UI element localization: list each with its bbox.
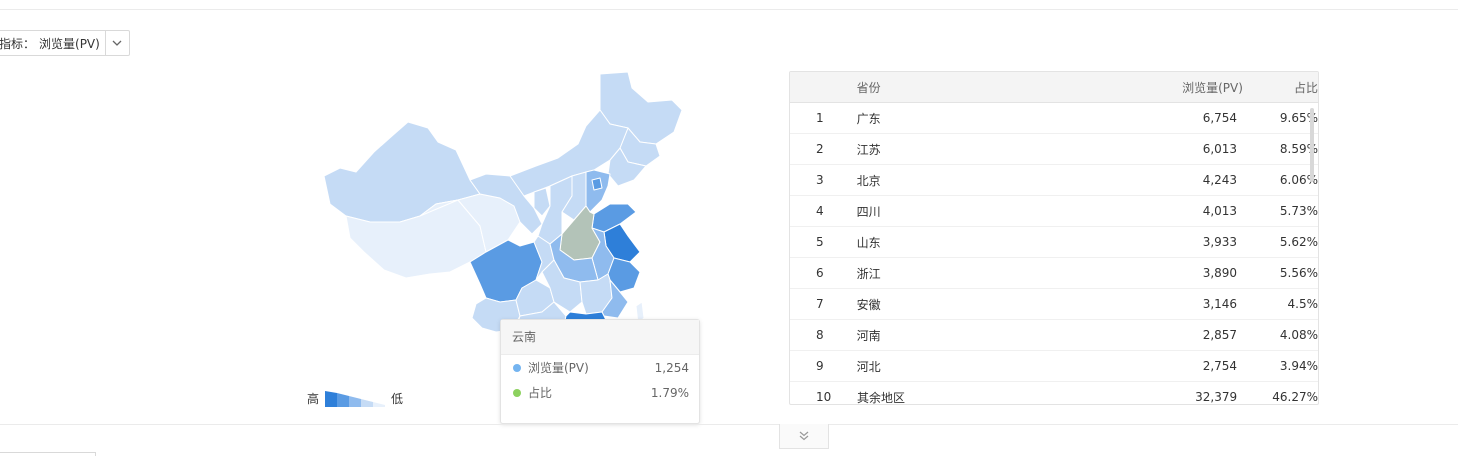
tooltip-row-value: 1,254 xyxy=(654,360,689,375)
table-row[interactable]: 1 广东 6,754 9.65% xyxy=(790,103,1318,134)
row-pv: 3,146 xyxy=(1202,297,1238,311)
row-ratio: 8.59% xyxy=(1279,142,1318,156)
metric-label-text: 指标： xyxy=(0,36,36,51)
row-pv: 4,243 xyxy=(1202,173,1238,187)
ratio-dot-icon xyxy=(513,388,521,397)
tooltip-row-name: 占比 xyxy=(528,386,553,400)
row-rank: 2 xyxy=(816,142,824,156)
legend-gradient xyxy=(325,390,386,407)
table-row[interactable]: 6 浙江 3,890 5.56% xyxy=(790,258,1318,289)
tooltip-row: 浏览量(PV) 1,254 xyxy=(501,355,699,380)
table-row[interactable]: 7 安徽 3,146 4.5% xyxy=(790,289,1318,320)
row-pv: 2,754 xyxy=(1202,359,1238,373)
table-body: 1 广东 6,754 9.65% 2 江苏 6,013 8.59% 3 北京 4,243 6.06% 4… xyxy=(790,103,1318,405)
row-ratio: 9.65% xyxy=(1279,111,1318,125)
row-province: 河南 xyxy=(856,328,881,343)
map-legend: 高 低 xyxy=(307,390,403,407)
row-rank: 5 xyxy=(816,235,824,249)
row-pv: 3,933 xyxy=(1202,235,1238,249)
table-row[interactable]: 3 北京 4,243 6.06% xyxy=(790,165,1318,196)
table-row[interactable]: 4 四川 4,013 5.73% xyxy=(790,196,1318,227)
legend-high-label: 高 xyxy=(307,392,320,406)
metric-select-label: 指标： 浏览量(PV) xyxy=(0,35,105,52)
row-ratio: 3.94% xyxy=(1279,359,1318,373)
row-province: 北京 xyxy=(856,173,881,188)
row-ratio: 4.5% xyxy=(1287,297,1319,311)
table-header: 省份 浏览量(PV) 占比 xyxy=(790,72,1318,103)
header-ratio[interactable]: 占比 xyxy=(1243,79,1318,96)
row-rank: 9 xyxy=(816,359,824,373)
row-ratio: 4.08% xyxy=(1279,328,1318,342)
top-divider xyxy=(0,9,1458,10)
row-province: 山东 xyxy=(856,235,881,250)
row-rank: 6 xyxy=(816,266,824,280)
row-rank: 4 xyxy=(816,204,824,218)
row-pv: 32,379 xyxy=(1195,390,1238,404)
metric-select[interactable]: 指标： 浏览量(PV) xyxy=(0,30,130,56)
row-pv: 4,013 xyxy=(1202,204,1238,218)
header-province[interactable]: 省份 xyxy=(830,79,1052,96)
row-province: 河北 xyxy=(856,359,881,374)
row-rank: 10 xyxy=(816,390,832,404)
row-rank: 8 xyxy=(816,328,824,342)
row-pv: 3,890 xyxy=(1202,266,1238,280)
tooltip-row-value: 1.79% xyxy=(650,385,689,400)
expand-button[interactable] xyxy=(779,424,829,449)
row-province: 江苏 xyxy=(856,142,881,157)
table-scrollbar[interactable] xyxy=(1310,108,1314,182)
table-row[interactable]: 5 山东 3,933 5.62% xyxy=(790,227,1318,258)
row-ratio: 46.27% xyxy=(1272,390,1318,404)
row-rank: 3 xyxy=(816,173,824,187)
pv-dot-icon xyxy=(513,363,521,372)
row-rank: 1 xyxy=(816,111,824,125)
legend-low-label: 低 xyxy=(391,392,404,406)
header-pv[interactable]: 浏览量(PV) xyxy=(1052,79,1243,96)
table-row[interactable]: 2 江苏 6,013 8.59% xyxy=(790,134,1318,165)
bottom-control-edge xyxy=(0,452,96,456)
tooltip-title: 云南 xyxy=(501,320,699,355)
tooltip-row: 占比 1.79% xyxy=(501,380,699,405)
map-region-beijing[interactable] xyxy=(591,177,603,191)
row-province: 浙江 xyxy=(856,266,881,281)
row-rank: 7 xyxy=(816,297,824,311)
row-pv: 2,857 xyxy=(1202,328,1238,342)
map-tooltip: 云南 浏览量(PV) 1,254 占比 1.79% xyxy=(500,319,700,424)
province-table: 省份 浏览量(PV) 占比 1 广东 6,754 9.65% 2 江苏 6,013 8.59%… xyxy=(789,71,1319,405)
row-province: 其余地区 xyxy=(857,390,906,405)
bottom-divider xyxy=(0,424,1458,425)
table-row[interactable]: 8 河南 2,857 4.08% xyxy=(790,320,1318,351)
row-ratio: 5.62% xyxy=(1279,235,1318,249)
row-ratio: 5.56% xyxy=(1279,266,1318,280)
row-ratio: 6.06% xyxy=(1279,173,1318,187)
row-province: 广东 xyxy=(856,111,881,126)
table-row[interactable]: 9 河北 2,754 3.94% xyxy=(790,351,1318,382)
row-ratio: 5.73% xyxy=(1279,204,1318,218)
row-province: 安徽 xyxy=(856,297,881,312)
row-pv: 6,013 xyxy=(1202,142,1238,156)
row-pv: 6,754 xyxy=(1202,111,1238,125)
tooltip-row-name: 浏览量(PV) xyxy=(528,361,589,375)
row-province: 四川 xyxy=(856,204,881,219)
table-row[interactable]: 10 其余地区 32,379 46.27% xyxy=(790,382,1318,405)
chevron-down-icon[interactable] xyxy=(104,31,129,55)
metric-select-value: 浏览量(PV) xyxy=(39,36,100,51)
double-chevron-down-icon xyxy=(799,431,809,441)
